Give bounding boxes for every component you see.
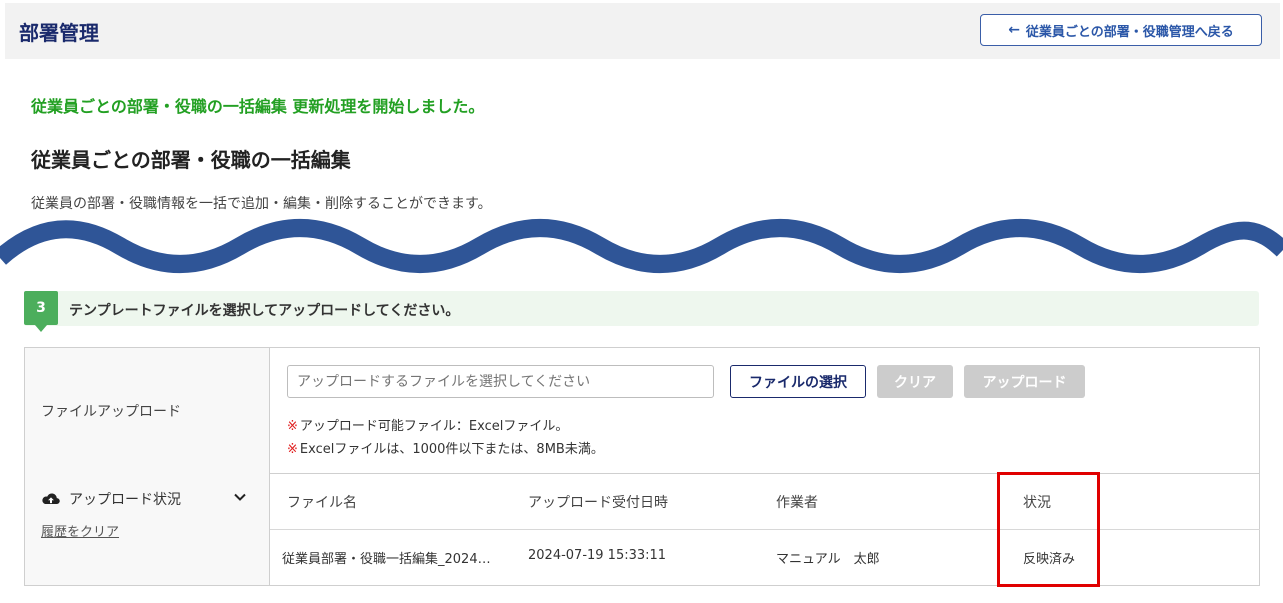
- wave-divider: [0, 219, 1283, 273]
- back-to-employee-dept-button[interactable]: ← 従業員ごとの部署・役職管理へ戻る: [980, 14, 1262, 46]
- cell-filename: 従業員部署・役職一括編集_2024…: [282, 552, 491, 567]
- column-header-filename: ファイル名: [287, 495, 357, 511]
- step-text: テンプレートファイルを選択してアップロードしてください。: [69, 303, 460, 319]
- column-header-datetime: アップロード受付日時: [528, 495, 668, 511]
- arrow-left-icon: ←: [1008, 22, 1020, 38]
- step-number-badge: 3: [24, 291, 58, 332]
- status-table-header: ファイル名 アップロード受付日時 作業者 状況: [270, 473, 1260, 530]
- column-header-operator: 作業者: [776, 495, 818, 511]
- page-description: 従業員の部署・役職情報を一括で追加・編集・削除することができます。: [31, 196, 492, 212]
- note-mark: ※: [287, 419, 298, 434]
- upload-status-toggle[interactable]: アップロード状況: [41, 489, 181, 509]
- note-text: Excelファイルは、1000件以下または、8MB未満。: [299, 442, 604, 457]
- file-upload-label-cell: ファイルアップロード: [25, 348, 270, 473]
- table-row: 従業員部署・役職一括編集_2024… 2024-07-19 15:33:11 マ…: [270, 530, 1260, 585]
- note-mark: ※: [287, 442, 298, 457]
- upload-status-label: アップロード状況: [69, 492, 181, 508]
- cell-operator: マニュアル 太郎: [776, 552, 880, 567]
- upload-note-filetype: ※ アップロード可能ファイル：Excelファイル。: [287, 415, 568, 434]
- back-button-label: 従業員ごとの部署・役職管理へ戻る: [1025, 24, 1234, 40]
- cloud-upload-icon: [42, 493, 60, 504]
- file-upload-row: ファイルアップロード ファイルの選択 クリア アップロード ※アップロード可能フ…: [25, 348, 1259, 474]
- chevron-down-icon[interactable]: [232, 489, 248, 505]
- success-message: 従業員ごとの部署・役職の一括編集 更新処理を開始しました。: [31, 97, 485, 116]
- page-header-title: 部署管理: [19, 21, 99, 45]
- cell-datetime: 2024-07-19 15:33:11: [528, 548, 667, 563]
- file-path-input[interactable]: [287, 365, 714, 398]
- select-file-button[interactable]: ファイルの選択: [730, 365, 866, 398]
- clear-history-link[interactable]: 履歴をクリア: [41, 521, 119, 540]
- upload-button[interactable]: アップロード: [964, 365, 1085, 398]
- upload-note-limit: ※ Excelファイルは、1000件以下または、8MB未満。: [287, 438, 604, 457]
- clear-button[interactable]: クリア: [877, 365, 953, 398]
- page-title: 従業員ごとの部署・役職の一括編集: [31, 148, 351, 172]
- step-instruction: 3 テンプレートファイルを選択してアップロードしてください。: [24, 291, 1259, 332]
- file-upload-label: ファイルアップロード: [41, 404, 181, 420]
- upload-status-label-cell: アップロード状況 履歴をクリア: [25, 473, 270, 585]
- page-header: 部署管理 ← 従業員ごとの部署・役職管理へ戻る: [5, 3, 1280, 59]
- status-column-highlight-box: [997, 472, 1100, 587]
- note-text: アップロード可能ファイル：Excelファイル。: [299, 419, 569, 434]
